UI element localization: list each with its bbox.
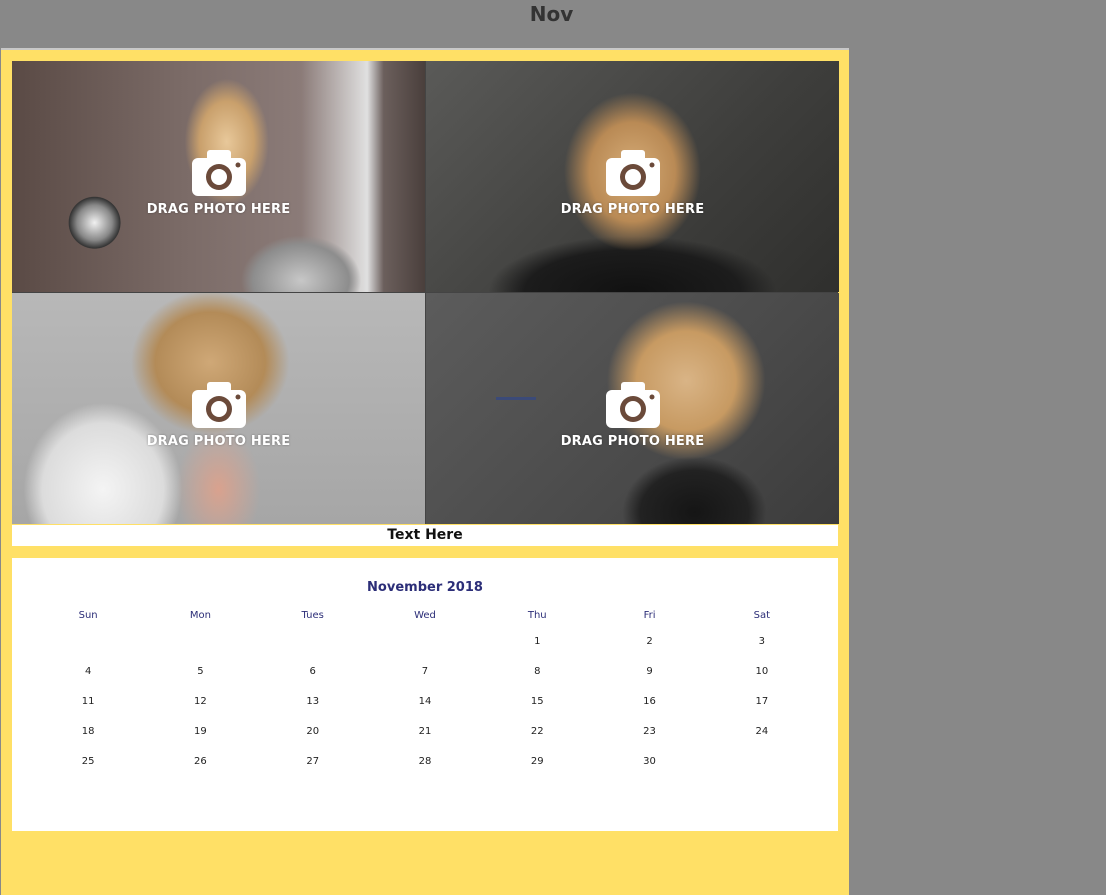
- day-cell: 12: [194, 695, 207, 707]
- photo-drop-zone[interactable]: DRAG PHOTO HERE: [426, 293, 839, 524]
- week-row: 1 2 3: [32, 626, 818, 656]
- day-cell: 9: [646, 665, 653, 677]
- day-cell: 6: [309, 665, 316, 677]
- day-cell: 25: [81, 755, 95, 767]
- week-row: 4 5 6 7 8 9 10: [32, 656, 818, 686]
- day-cell: 28: [418, 755, 432, 767]
- day-cell: 10: [755, 665, 769, 677]
- day-cell: 23: [643, 725, 656, 737]
- caption-text-box[interactable]: Text Here: [12, 525, 838, 546]
- photo-drop-zone[interactable]: DRAG PHOTO HERE: [426, 61, 839, 292]
- day-cell: [257, 626, 369, 656]
- drop-photo-label: DRAG PHOTO HERE: [146, 202, 291, 217]
- photo-grid: DRAG PHOTO HERE DRAG PHOTO HERE DRAG PHO…: [12, 61, 839, 524]
- weekday-header-row: Sun Mon Tues Wed Thu Fri Sat: [32, 604, 818, 626]
- weekday-mon: Mon: [189, 609, 211, 621]
- photo-slot-2[interactable]: DRAG PHOTO HERE: [426, 61, 839, 292]
- camera-icon: [605, 150, 660, 196]
- photo-drop-zone[interactable]: DRAG PHOTO HERE: [12, 293, 425, 524]
- day-cell: 11: [81, 695, 95, 707]
- camera-icon: [191, 150, 246, 196]
- day-cell: 22: [530, 725, 544, 737]
- photo-slot-4[interactable]: DRAG PHOTO HERE: [426, 293, 839, 524]
- photo-slot-3[interactable]: DRAG PHOTO HERE: [12, 293, 425, 524]
- month-calendar: November 2018 Sun Mon Tues Wed Thu Fri S…: [12, 558, 838, 831]
- day-cell: 18: [81, 725, 95, 737]
- day-cell: 13: [306, 695, 320, 707]
- day-cell: 20: [306, 725, 320, 737]
- day-cell: 17: [755, 695, 769, 707]
- day-cell: 7: [421, 665, 429, 677]
- day-cell: [144, 626, 256, 656]
- drop-photo-label: DRAG PHOTO HERE: [560, 202, 705, 217]
- day-cell: [369, 626, 481, 656]
- weekday-wed: Wed: [414, 609, 436, 621]
- weekday-sat: Sat: [753, 609, 771, 621]
- weekday-tue: Tues: [301, 609, 324, 621]
- day-cell: 19: [194, 725, 207, 737]
- day-cell: 26: [194, 755, 207, 767]
- day-cell: [706, 746, 818, 776]
- camera-icon: [191, 382, 246, 428]
- weekday-thu: Thu: [527, 609, 547, 621]
- day-cell: 2: [646, 635, 653, 647]
- day-cell: 16: [643, 695, 656, 707]
- day-cell: 8: [534, 665, 541, 677]
- photo-drop-zone[interactable]: DRAG PHOTO HERE: [12, 61, 425, 292]
- weekday-fri: Fri: [643, 609, 656, 621]
- week-row: 11 12 13 14 15 16 17: [32, 686, 818, 716]
- month-title: Nov: [529, 2, 574, 26]
- drop-photo-label: DRAG PHOTO HERE: [146, 434, 291, 449]
- week-row: 25 26 27 28 29 30: [32, 746, 818, 776]
- day-cell: 24: [755, 725, 769, 737]
- day-cell: 30: [643, 755, 656, 767]
- day-cell: 4: [84, 665, 92, 677]
- day-cell: 14: [418, 695, 432, 707]
- calendar-page: DRAG PHOTO HERE DRAG PHOTO HERE DRAG PHO…: [1, 48, 849, 895]
- camera-icon: [605, 382, 660, 428]
- day-cell: 27: [306, 755, 320, 767]
- day-cell: 3: [758, 635, 766, 647]
- week-row: 18 19 20 21 22 23 24: [32, 716, 818, 746]
- calendar-grid: Sun Mon Tues Wed Thu Fri Sat 1 2 3 4 5 6…: [32, 604, 818, 776]
- day-cell: 29: [530, 755, 544, 767]
- day-cell: 5: [197, 665, 204, 677]
- day-cell: [32, 626, 144, 656]
- day-cell: 15: [530, 695, 544, 707]
- calendar-title: November 2018: [367, 580, 483, 595]
- weekday-sun: Sun: [78, 609, 98, 621]
- drop-photo-label: DRAG PHOTO HERE: [560, 434, 705, 449]
- day-cell: 1: [534, 635, 541, 647]
- day-cell: 21: [418, 725, 432, 737]
- photo-slot-1[interactable]: DRAG PHOTO HERE: [12, 61, 425, 292]
